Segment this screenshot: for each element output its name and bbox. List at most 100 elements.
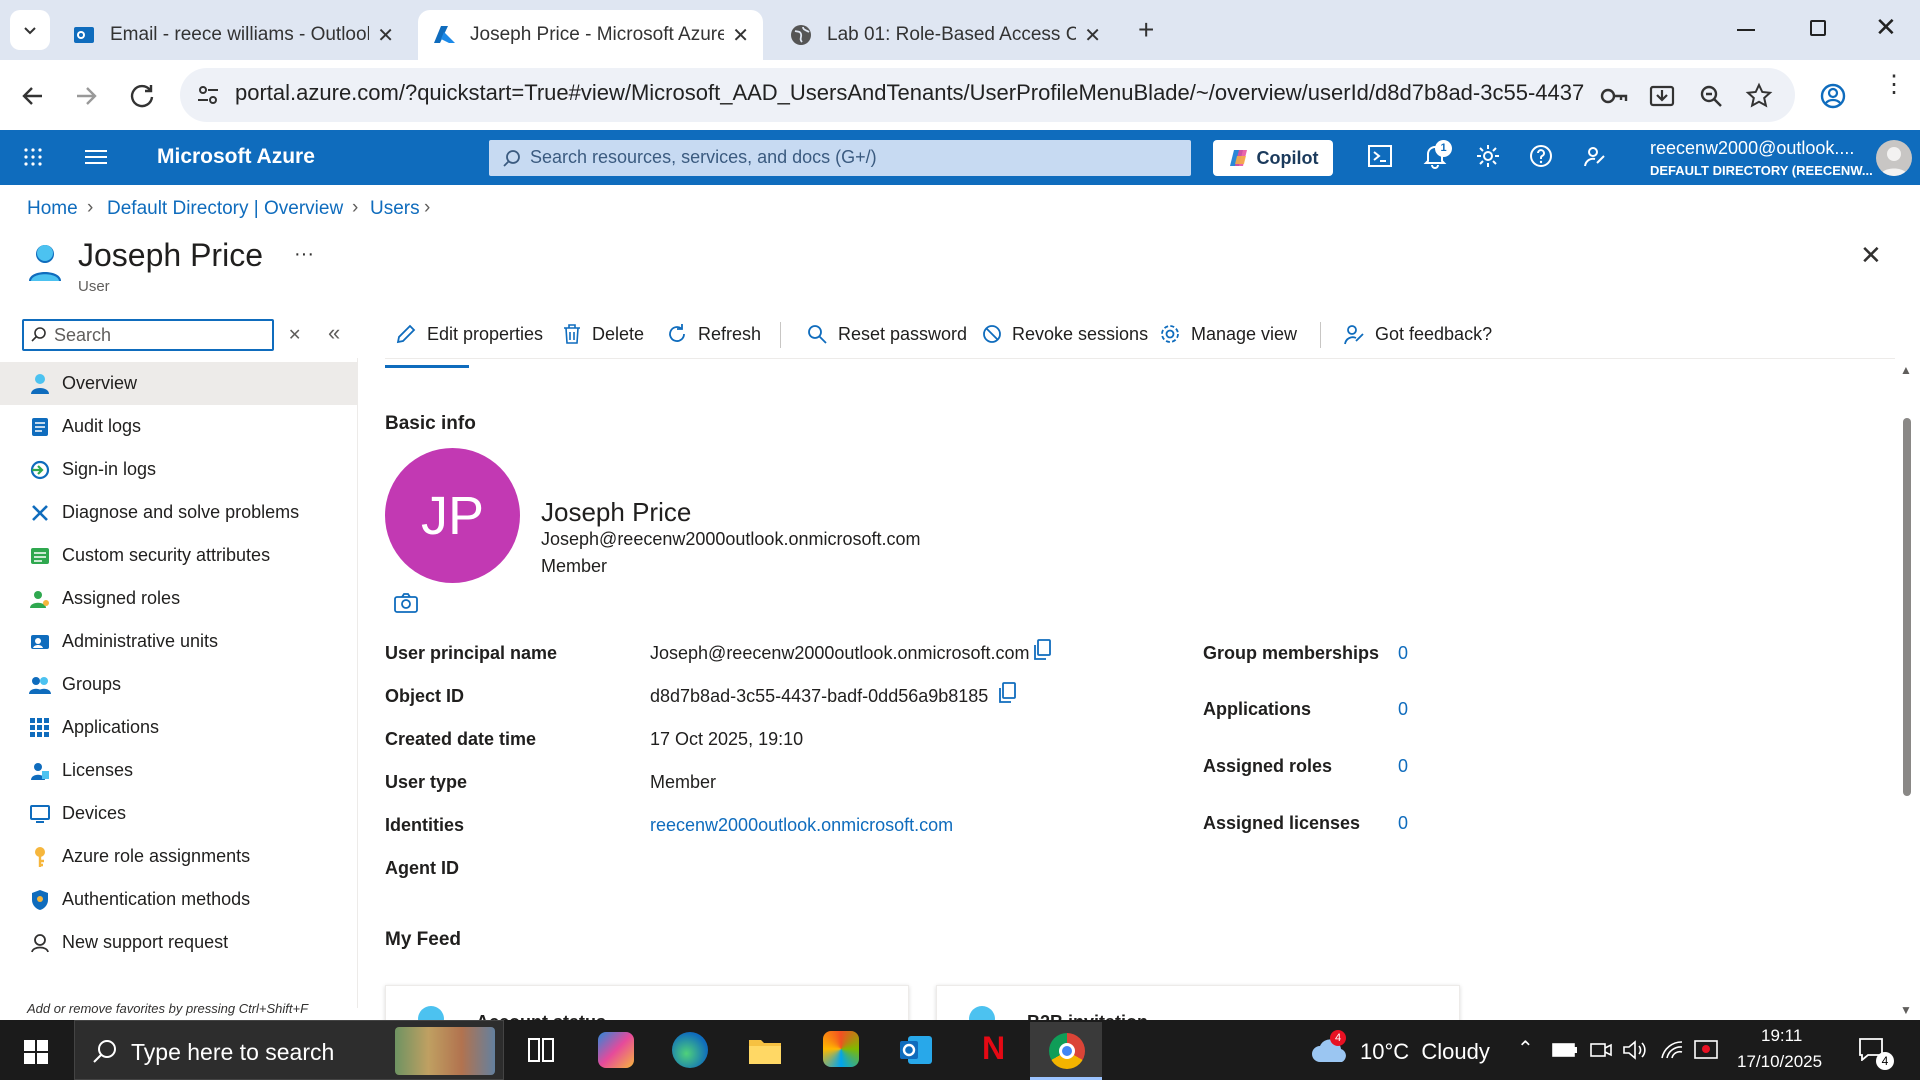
notification-badge: 1	[1435, 140, 1452, 157]
nav-search-placeholder: Search	[54, 325, 112, 345]
tab-lab[interactable]: Lab 01: Role-Based Access Cont ✕	[775, 10, 1115, 60]
audit-log-icon	[32, 417, 48, 436]
nav-item-new-support-request[interactable]: New support request	[0, 921, 358, 964]
battery-icon[interactable]	[1552, 1043, 1578, 1057]
breadcrumb-default-directory[interactable]: Default Directory | Overview	[107, 198, 343, 220]
refresh-button[interactable]: Refresh	[666, 320, 761, 348]
settings-gear-icon[interactable]	[1475, 143, 1501, 169]
account-avatar[interactable]	[1876, 140, 1912, 176]
close-tab-icon[interactable]: ✕	[1084, 23, 1101, 48]
screen-record-icon[interactable]	[1694, 1039, 1718, 1061]
assigned-licenses-link[interactable]: 0	[1398, 813, 1408, 834]
task-view-icon[interactable]	[527, 1037, 555, 1063]
got-feedback-button[interactable]: Got feedback?	[1343, 320, 1492, 348]
close-tab-icon[interactable]: ✕	[377, 23, 394, 48]
reload-icon[interactable]	[128, 82, 156, 110]
breadcrumb-users[interactable]: Users	[370, 198, 420, 220]
close-window-button[interactable]: ✕	[1875, 12, 1897, 43]
new-tab-button[interactable]: +	[1138, 14, 1154, 46]
nav-item-groups[interactable]: Groups	[0, 663, 358, 706]
close-blade-icon[interactable]: ✕	[1860, 240, 1882, 271]
collapse-nav-icon[interactable]: «	[328, 320, 340, 346]
install-app-icon[interactable]	[1648, 82, 1676, 110]
tab-outlook[interactable]: Email - reece williams - Outlook ✕	[58, 10, 408, 60]
nav-item-azure-role-assignments[interactable]: Azure role assignments	[0, 835, 358, 878]
nav-item-audit-logs[interactable]: Audit logs	[0, 405, 358, 448]
avatar-initials: JP	[420, 485, 485, 546]
profile-icon[interactable]	[1819, 82, 1847, 110]
url-text[interactable]: portal.azure.com/?quickstart=True#view/M…	[235, 80, 1585, 106]
minimize-button[interactable]	[1737, 29, 1755, 31]
my-feed-heading: My Feed	[385, 929, 462, 950]
edge-icon[interactable]	[672, 1032, 708, 1068]
file-explorer-icon[interactable]	[748, 1034, 782, 1066]
applications-link[interactable]: 0	[1398, 699, 1408, 720]
copy-icon[interactable]	[1032, 639, 1052, 661]
azure-brand[interactable]: Microsoft Azure	[157, 145, 315, 169]
browser-menu-icon[interactable]: ⋮	[1882, 73, 1906, 97]
camera-icon[interactable]	[394, 593, 418, 613]
outlook-app-icon[interactable]	[898, 1032, 934, 1068]
bookmark-star-icon[interactable]	[1745, 82, 1773, 110]
back-icon[interactable]	[20, 83, 46, 109]
person-icon	[1880, 147, 1908, 176]
nav-item-label: Groups	[62, 674, 122, 694]
forward-icon[interactable]	[73, 83, 99, 109]
nav-item-administrative-units[interactable]: Administrative units	[0, 620, 358, 663]
scroll-down-arrow[interactable]: ▼	[1900, 1003, 1912, 1017]
account-name[interactable]: reecenw2000@outlook....	[1650, 138, 1854, 159]
refresh-label: Refresh	[698, 323, 762, 344]
nav-item-authentication-methods[interactable]: Authentication methods	[0, 878, 358, 921]
revoke-sessions-button[interactable]: Revoke sessions	[982, 320, 1148, 348]
manage-view-button[interactable]: Manage view	[1159, 320, 1297, 348]
windows-start-icon[interactable]	[24, 1040, 48, 1064]
netflix-icon[interactable]: N	[982, 1030, 1005, 1067]
clear-search-icon[interactable]: ✕	[288, 325, 301, 345]
clock-date[interactable]: 17/10/2025	[1737, 1052, 1822, 1072]
copilot-app-icon[interactable]	[598, 1032, 634, 1068]
meet-now-icon[interactable]	[1590, 1040, 1612, 1060]
assigned-roles-link[interactable]: 0	[1398, 756, 1408, 777]
nav-item-devices[interactable]: Devices	[0, 792, 358, 835]
basic-info-heading: Basic info	[385, 413, 476, 434]
scrollbar-thumb[interactable]	[1903, 418, 1911, 796]
edit-properties-button[interactable]: Edit properties	[395, 320, 543, 348]
microsoft-365-icon[interactable]	[823, 1031, 859, 1067]
nav-item-assigned-roles[interactable]: Assigned roles	[0, 577, 358, 620]
key-icon[interactable]	[1600, 83, 1628, 109]
weather-badge: 4	[1330, 1030, 1346, 1046]
tab-search-button[interactable]	[10, 10, 50, 50]
hamburger-menu-icon[interactable]	[85, 149, 107, 165]
clock-time[interactable]: 19:11	[1761, 1026, 1802, 1046]
help-icon[interactable]	[1528, 143, 1554, 169]
identities-link[interactable]: reecenw2000outlook.onmicrosoft.com	[650, 815, 953, 836]
weather-text[interactable]: 10°C Cloudy	[1360, 1039, 1490, 1065]
copilot-button[interactable]: Copilot	[1213, 140, 1333, 176]
site-info-icon[interactable]	[196, 83, 220, 107]
wifi-icon[interactable]	[1660, 1040, 1684, 1060]
nav-item-licenses[interactable]: Licenses	[0, 749, 358, 792]
nav-item-sign-in-logs[interactable]: Sign-in logs	[0, 448, 358, 491]
nav-item-custom-security-attributes[interactable]: Custom security attributes	[0, 534, 358, 577]
scroll-up-arrow[interactable]: ▲	[1900, 363, 1912, 377]
reset-password-button[interactable]: Reset password	[806, 320, 967, 348]
nav-item-diagnose[interactable]: Diagnose and solve problems	[0, 491, 358, 534]
more-options-button[interactable]: ···	[294, 243, 314, 266]
cloud-shell-icon[interactable]	[1367, 143, 1393, 169]
zoom-icon[interactable]	[1698, 83, 1724, 109]
app-launcher-icon[interactable]	[23, 147, 43, 167]
delete-button[interactable]: Delete	[562, 320, 644, 348]
nav-item-overview[interactable]: Overview	[0, 362, 358, 405]
group-memberships-link[interactable]: 0	[1398, 643, 1408, 664]
nav-item-applications[interactable]: Applications	[0, 706, 358, 749]
restore-button[interactable]	[1810, 20, 1826, 36]
tab-azure[interactable]: Joseph Price - Microsoft Azure ✕	[418, 10, 763, 60]
show-hidden-icons[interactable]: ⌃	[1517, 1036, 1534, 1061]
close-tab-icon[interactable]: ✕	[732, 23, 749, 48]
account-directory[interactable]: DEFAULT DIRECTORY (REECENW...	[1650, 163, 1873, 178]
feedback-icon[interactable]	[1582, 143, 1608, 169]
breadcrumb-home[interactable]: Home	[27, 198, 78, 220]
volume-icon[interactable]	[1622, 1040, 1648, 1060]
copy-icon[interactable]	[997, 682, 1017, 704]
roles-icon	[30, 590, 49, 608]
